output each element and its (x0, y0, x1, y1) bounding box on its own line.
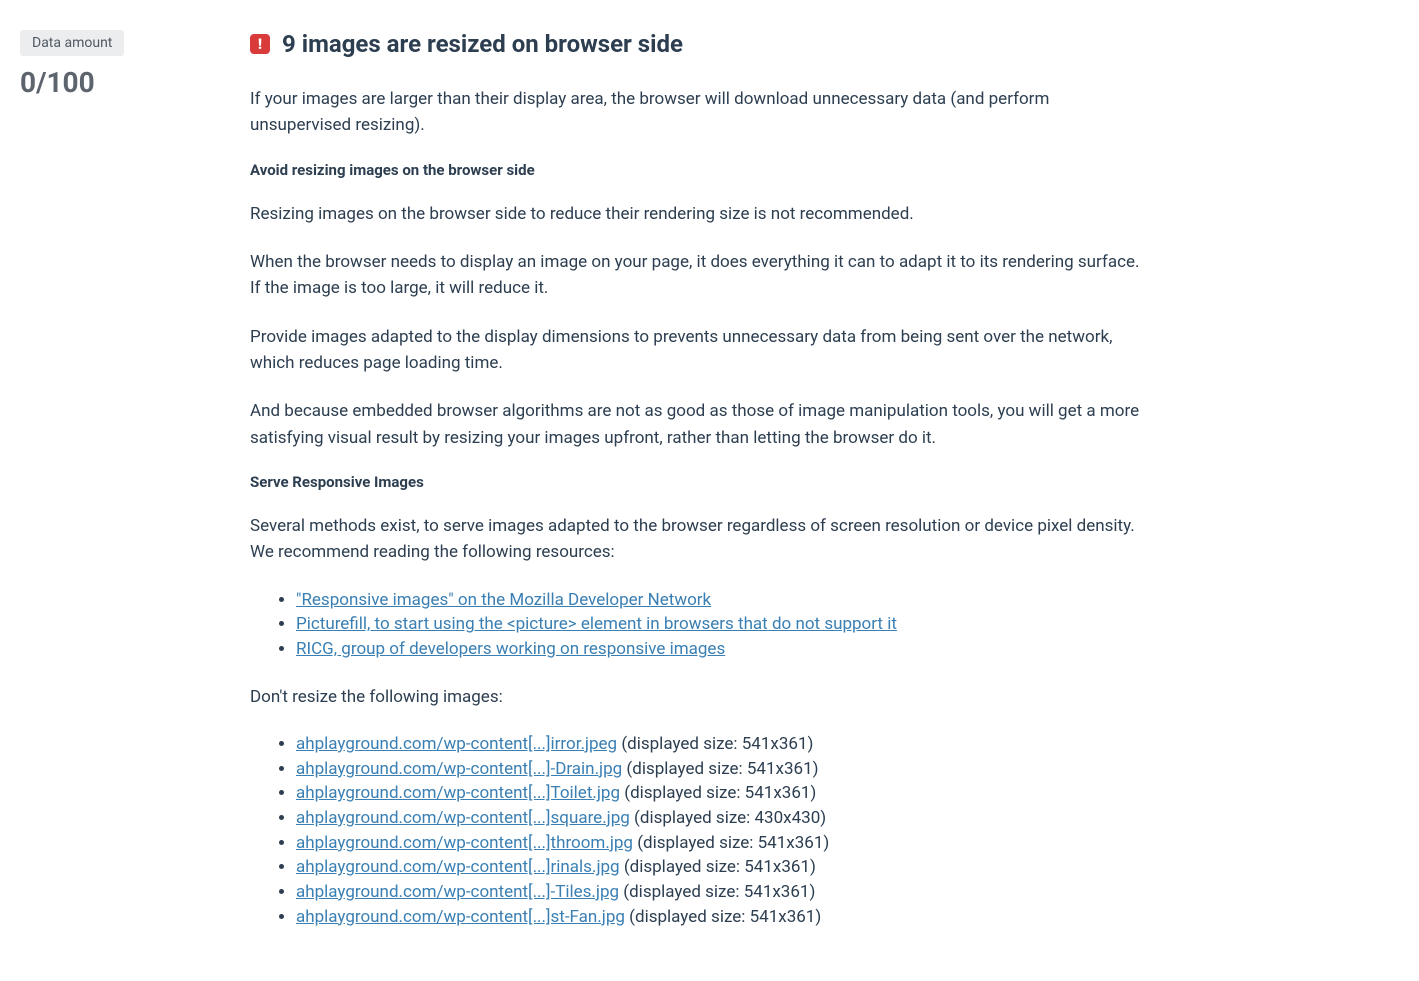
section1-p1: Resizing images on the browser side to r… (250, 201, 1150, 227)
image-link[interactable]: ahplayground.com/wp-content[...]-Tiles.j… (296, 882, 619, 902)
list-item: ahplayground.com/wp-content[...]Toilet.j… (296, 781, 1150, 806)
image-size: (displayed size: 541x361) (625, 907, 821, 927)
list-item: ahplayground.com/wp-content[...]-Drain.j… (296, 757, 1150, 782)
resource-link[interactable]: RICG, group of developers working on res… (296, 639, 725, 659)
image-link[interactable]: ahplayground.com/wp-content[...]-Drain.j… (296, 759, 622, 779)
sidebar: Data amount 0/100 (20, 30, 220, 951)
image-size: (displayed size: 541x361) (619, 882, 815, 902)
images-list: ahplayground.com/wp-content[...]irror.jp… (250, 732, 1150, 929)
page-title: 9 images are resized on browser side (282, 30, 683, 58)
image-link[interactable]: ahplayground.com/wp-content[...]st-Fan.j… (296, 907, 625, 927)
list-item: ahplayground.com/wp-content[...]st-Fan.j… (296, 905, 1150, 930)
list-item: ahplayground.com/wp-content[...]-Tiles.j… (296, 880, 1150, 905)
images-intro: Don't resize the following images: (250, 684, 1150, 710)
section1-p2: When the browser needs to display an ima… (250, 249, 1150, 302)
list-item: ahplayground.com/wp-content[...]rinals.j… (296, 855, 1150, 880)
resource-link[interactable]: "Responsive images" on the Mozilla Devel… (296, 590, 711, 610)
score-value: 0/100 (20, 66, 220, 99)
list-item: ahplayground.com/wp-content[...]throom.j… (296, 831, 1150, 856)
title-row: ! 9 images are resized on browser side (250, 30, 1150, 58)
section2-intro: Several methods exist, to serve images a… (250, 513, 1150, 566)
image-link[interactable]: ahplayground.com/wp-content[...]Toilet.j… (296, 783, 620, 803)
image-size: (displayed size: 541x361) (617, 734, 813, 754)
section-heading-avoid: Avoid resizing images on the browser sid… (250, 161, 1150, 179)
warning-icon: ! (250, 34, 270, 54)
category-badge: Data amount (20, 30, 124, 56)
section-heading-serve: Serve Responsive Images (250, 473, 1150, 491)
list-item: "Responsive images" on the Mozilla Devel… (296, 588, 1150, 613)
image-link[interactable]: ahplayground.com/wp-content[...]square.j… (296, 808, 630, 828)
section1-p3: Provide images adapted to the display di… (250, 324, 1150, 377)
image-size: (displayed size: 541x361) (622, 759, 818, 779)
image-link[interactable]: ahplayground.com/wp-content[...]irror.jp… (296, 734, 617, 754)
image-size: (displayed size: 541x361) (620, 857, 816, 877)
list-item: RICG, group of developers working on res… (296, 637, 1150, 662)
resources-list: "Responsive images" on the Mozilla Devel… (250, 588, 1150, 662)
image-size: (displayed size: 541x361) (633, 833, 829, 853)
intro-paragraph: If your images are larger than their dis… (250, 86, 1150, 139)
main-content: ! 9 images are resized on browser side I… (220, 30, 1150, 951)
image-size: (displayed size: 541x361) (620, 783, 816, 803)
image-link[interactable]: ahplayground.com/wp-content[...]rinals.j… (296, 857, 620, 877)
image-size: (displayed size: 430x430) (630, 808, 826, 828)
list-item: ahplayground.com/wp-content[...]square.j… (296, 806, 1150, 831)
resource-link[interactable]: Picturefill, to start using the <picture… (296, 614, 897, 634)
section1-p4: And because embedded browser algorithms … (250, 398, 1150, 451)
image-link[interactable]: ahplayground.com/wp-content[...]throom.j… (296, 833, 633, 853)
list-item: ahplayground.com/wp-content[...]irror.jp… (296, 732, 1150, 757)
list-item: Picturefill, to start using the <picture… (296, 612, 1150, 637)
